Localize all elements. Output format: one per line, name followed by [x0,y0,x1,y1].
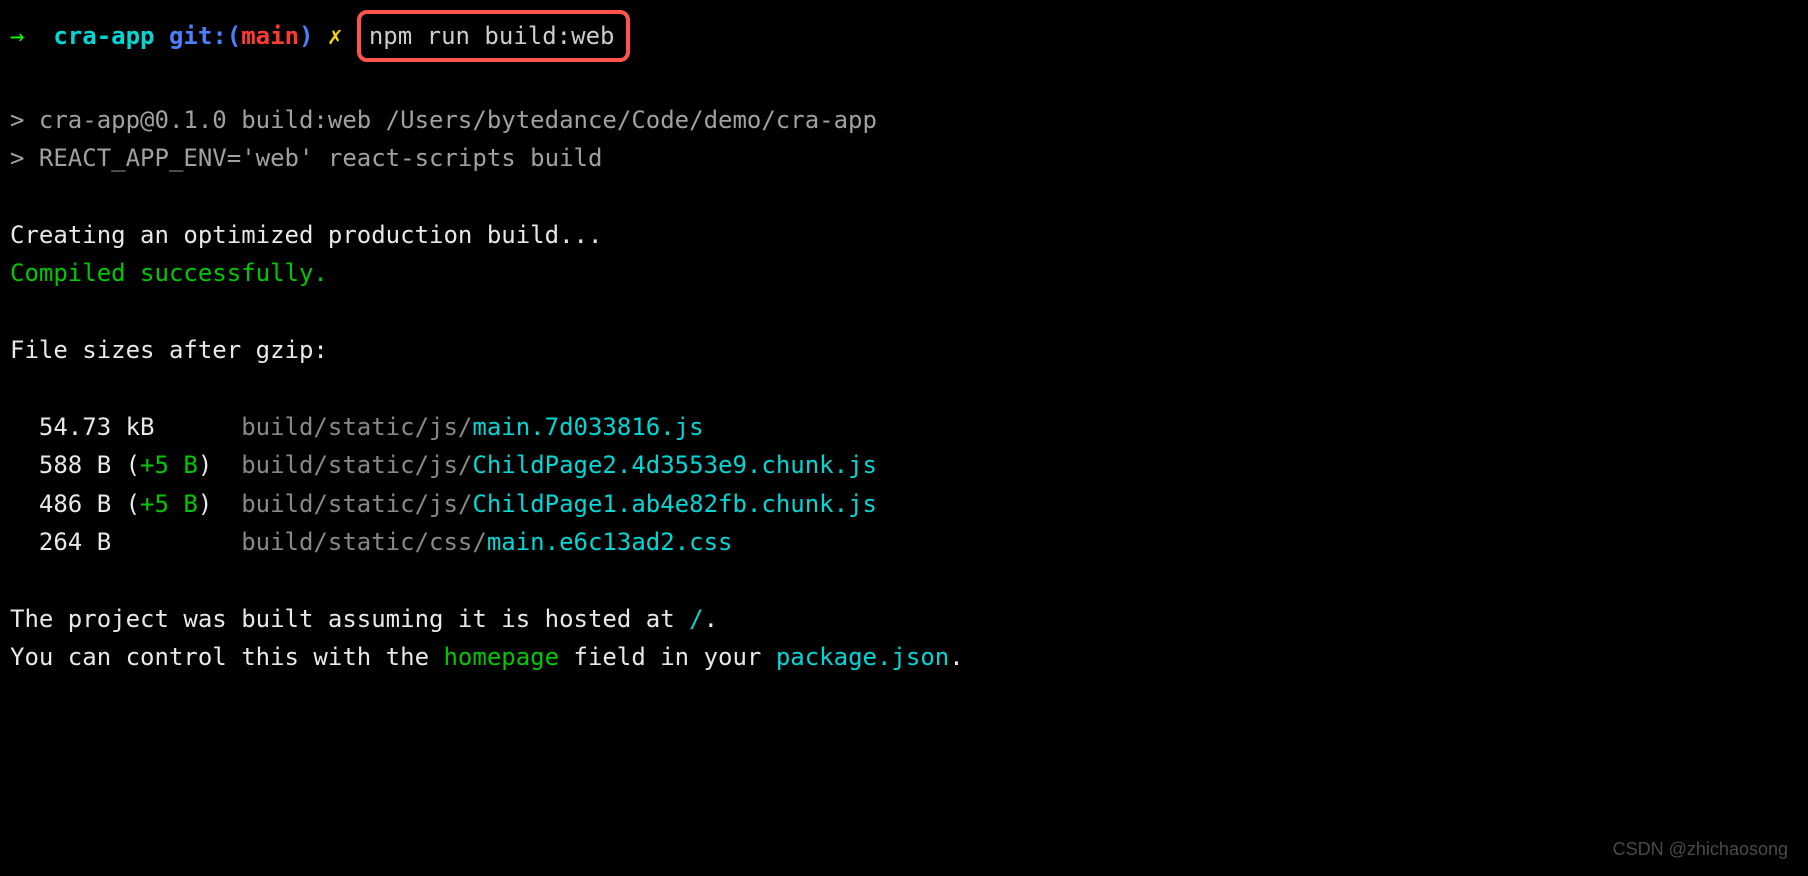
prompt-directory: cra-app [53,17,154,55]
file-row: 588 B (+5 B) build/static/js/ChildPage2.… [10,446,1798,484]
command-text: npm run build:web [369,22,615,50]
prompt-line[interactable]: → cra-app git:(main) ✗ npm run build:web [10,10,1798,62]
blank-line [10,62,1798,100]
delta-close: ) [198,451,241,479]
file-size: 264 B [10,528,241,556]
footer-text: You can control this with the [10,643,443,671]
terminal-output: → cra-app git:(main) ✗ npm run build:web… [10,10,1798,677]
delta-open: ( [126,451,140,479]
delta-open: ( [126,490,140,518]
file-row: 486 B (+5 B) build/static/js/ChildPage1.… [10,485,1798,523]
dirty-marker: ✗ [328,17,342,55]
file-delta: +5 B [140,490,198,518]
blank-line [10,178,1798,216]
footer-text: . [704,605,718,633]
blank-line [10,370,1798,408]
footer-line-2: You can control this with the homepage f… [10,638,1798,676]
delta-close: ) [198,490,241,518]
file-row: 54.73 kB build/static/js/main.7d033816.j… [10,408,1798,446]
file-name: main.7d033816.js [472,413,703,441]
script-header-2: > REACT_APP_ENV='web' react-scripts buil… [10,139,1798,177]
compiled-success-line: Compiled successfully. [10,254,1798,292]
file-name: ChildPage1.ab4e82fb.chunk.js [472,490,877,518]
footer-text: . [949,643,963,671]
prompt-arrow: → [10,17,24,55]
file-size: 54.73 kB [10,413,241,441]
git-label: git:( [169,17,241,55]
footer-path: / [689,605,703,633]
git-branch: main [241,17,299,55]
file-path-prefix: build/static/js/ [241,490,472,518]
file-name: main.e6c13ad2.css [487,528,733,556]
blank-line [10,561,1798,599]
watermark: CSDN @zhichaosong [1613,835,1788,864]
file-row: 264 B build/static/css/main.e6c13ad2.css [10,523,1798,561]
file-sizes-header: File sizes after gzip: [10,331,1798,369]
file-size: 486 B [10,490,126,518]
file-path-prefix: build/static/js/ [241,451,472,479]
creating-build-line: Creating an optimized production build..… [10,216,1798,254]
file-path-prefix: build/static/css/ [241,528,487,556]
file-name: ChildPage2.4d3553e9.chunk.js [472,451,877,479]
footer-packagejson: package.json [776,643,949,671]
blank-line [10,293,1798,331]
git-close: ) [299,17,313,55]
file-size: 588 B [10,451,126,479]
command-highlight-box: npm run build:web [357,10,631,62]
footer-homepage: homepage [443,643,559,671]
footer-line-1: The project was built assuming it is hos… [10,600,1798,638]
file-path-prefix: build/static/js/ [241,413,472,441]
file-delta: +5 B [140,451,198,479]
footer-text: The project was built assuming it is hos… [10,605,689,633]
footer-text: field in your [559,643,776,671]
script-header-1: > cra-app@0.1.0 build:web /Users/bytedan… [10,101,1798,139]
